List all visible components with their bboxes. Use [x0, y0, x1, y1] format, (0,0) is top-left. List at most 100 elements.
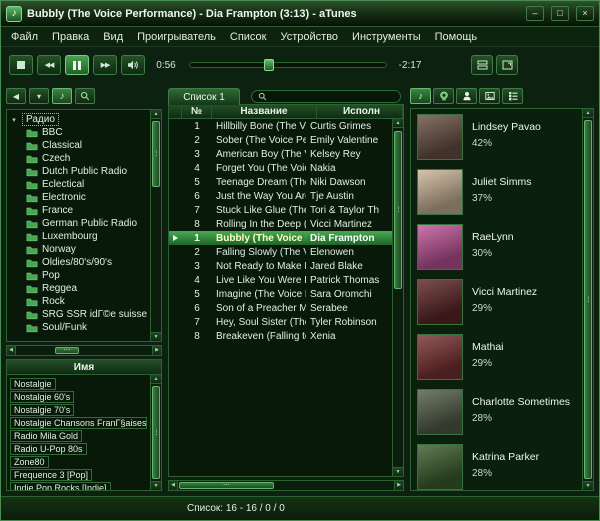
playlist-row[interactable]: 4 Forget You (The Voice Pe... Nakia [169, 161, 392, 175]
tab-artist[interactable] [456, 88, 477, 104]
tree-item-station[interactable]: Czech [10, 152, 148, 165]
tree-item-station[interactable]: BBC [10, 126, 148, 139]
menu-item[interactable]: Проигрыватель [130, 29, 223, 45]
playlist-row[interactable]: 5 Imagine (The Voice Perfo... Sara Oromc… [169, 287, 392, 301]
previous-button[interactable]: ◀◀ [37, 55, 61, 75]
playlist-row[interactable]: 1 Hillbilly Bone (The Voice ... Curtis G… [169, 119, 392, 133]
minimize-button[interactable]: – [526, 6, 544, 21]
fullscreen-button[interactable] [496, 55, 518, 75]
scrollbar-thumb[interactable] [584, 120, 592, 479]
tree-horizontal-scrollbar[interactable]: ◀ ▶ [6, 345, 162, 356]
radio-station-item[interactable]: Indie Pop Rocks [Indie] [10, 482, 111, 490]
scroll-up-arrow[interactable]: ▲ [151, 110, 161, 119]
scroll-down-arrow[interactable]: ▼ [393, 467, 403, 476]
tree-item-station[interactable]: Pop [10, 269, 148, 282]
menu-item[interactable]: Устройство [273, 29, 345, 45]
scrollbar-thumb[interactable] [394, 131, 402, 289]
scroll-up-arrow[interactable]: ▲ [393, 119, 403, 128]
playlist-row[interactable]: 7 Hey, Soul Sister (The Voic... Tyler Ro… [169, 315, 392, 329]
title-bar[interactable]: ♪ Bubbly (The Voice Performance) - Dia F… [1, 1, 599, 27]
playlist-row[interactable]: 8 Rolling In the Deep (The ... Vicci Mar… [169, 217, 392, 231]
tree-item-station[interactable]: Oldies/80's/90's [10, 256, 148, 269]
scroll-left-arrow[interactable]: ◀ [7, 346, 16, 355]
tab-similar-artists[interactable] [502, 88, 523, 104]
tab-photos[interactable] [479, 88, 500, 104]
close-button[interactable]: × [576, 6, 594, 21]
expander-icon[interactable]: ▾ [10, 116, 18, 124]
nav-dropdown-button[interactable]: ▾ [29, 88, 49, 104]
tree-item-station[interactable]: SRG SSR idГ©e suisse [10, 308, 148, 321]
scrollbar-thumb[interactable] [152, 386, 160, 479]
artist-row[interactable]: Mathai 29% [417, 334, 577, 389]
tree-item-station[interactable]: Norway [10, 243, 148, 256]
playlist-row[interactable]: 4 Live Like You Were Dying ... Patrick T… [169, 273, 392, 287]
seek-thumb[interactable] [264, 59, 275, 71]
scroll-down-arrow[interactable]: ▼ [151, 332, 161, 341]
playlist-vertical-scrollbar[interactable]: ▲ ▼ [392, 119, 403, 476]
nav-back-button[interactable]: ◀ [6, 88, 26, 104]
radio-station-item[interactable]: Nostalgie 60's [10, 391, 75, 403]
tab-video[interactable] [433, 88, 454, 104]
tree-vertical-scrollbar[interactable]: ▲ ▼ [150, 110, 161, 341]
scroll-down-arrow[interactable]: ▼ [151, 481, 161, 490]
seek-track[interactable] [189, 62, 387, 68]
artist-row[interactable]: Vicci Martinez 29% [417, 279, 577, 334]
tree-item-station[interactable]: Electronic [10, 191, 148, 204]
playlist-horizontal-scrollbar[interactable]: ◀ ▶ [168, 480, 404, 491]
artist-row[interactable]: Lindsey Pavao 42% [417, 114, 577, 169]
tree-item-station[interactable]: Reggea [10, 282, 148, 295]
radio-station-item[interactable]: Frequence 3 [Pop] [10, 469, 93, 481]
menu-item[interactable]: Инструменты [345, 29, 428, 45]
playlist-row[interactable]: 1 Bubbly (The Voice Perfo... Dia Frampto… [169, 231, 392, 245]
column-header-artist[interactable]: Исполн [317, 105, 403, 118]
artist-row[interactable]: Juliet Simms 37% [417, 169, 577, 224]
stop-button[interactable] [9, 55, 33, 75]
maximize-button[interactable]: □ [551, 6, 569, 21]
scroll-right-arrow[interactable]: ▶ [152, 346, 161, 355]
scrollbar-thumb[interactable] [55, 347, 79, 354]
menu-item[interactable]: Файл [4, 29, 45, 45]
playlist-search-box[interactable] [251, 89, 401, 103]
scroll-up-arrow[interactable]: ▲ [151, 375, 161, 384]
playlist-row[interactable]: 7 Stuck Like Glue (The Voic... Tori & Ta… [169, 203, 392, 217]
menu-item[interactable]: Помощь [428, 29, 485, 45]
scroll-down-arrow[interactable]: ▼ [583, 481, 593, 490]
column-header-playing[interactable] [169, 105, 182, 118]
artist-row[interactable]: Katrina Parker 28% [417, 444, 577, 490]
scrollbar-thumb[interactable] [179, 482, 274, 489]
playlist-row[interactable]: 3 American Boy (The Voice ... Kelsey Rey [169, 147, 392, 161]
artist-row[interactable]: Charlotte Sometimes 28% [417, 389, 577, 444]
seek-slider[interactable] [189, 55, 387, 75]
scroll-right-arrow[interactable]: ▶ [394, 481, 403, 490]
tab-audio[interactable]: ♪ [410, 88, 431, 104]
playlist-row[interactable]: 6 Son of a Preacher Man (T... Serabee [169, 301, 392, 315]
playlist-row[interactable]: 3 Not Ready to Make Nice (... Jared Blak… [169, 259, 392, 273]
menu-item[interactable]: Список [223, 29, 274, 45]
swap-panels-button[interactable] [471, 55, 493, 75]
tree-item-station[interactable]: Rock [10, 295, 148, 308]
scroll-left-arrow[interactable]: ◀ [169, 481, 178, 490]
radio-station-item[interactable]: Nostalgie Chansons FranГ§aises [10, 417, 147, 429]
playlist-row[interactable]: 5 Teenage Dream (The Voic... Niki Dawson [169, 175, 392, 189]
tree-item-station[interactable]: Eclectical [10, 178, 148, 191]
tree-item-station[interactable]: Classical [10, 139, 148, 152]
artists-scrollbar[interactable]: ▲ ▼ [582, 109, 593, 490]
radio-list-scrollbar[interactable]: ▲ ▼ [150, 375, 161, 490]
playlist-row[interactable]: 2 Falling Slowly (The Voice ... Elenowen [169, 245, 392, 259]
next-button[interactable]: ▶▶ [93, 55, 117, 75]
radio-station-item[interactable]: Zone80 [10, 456, 49, 468]
tree-root-radio[interactable]: ▾ Радио [10, 113, 148, 126]
playlist-tab[interactable]: Список 1 [168, 88, 240, 105]
scroll-up-arrow[interactable]: ▲ [583, 109, 593, 118]
search-tree-button[interactable] [75, 88, 95, 104]
scrollbar-thumb[interactable] [152, 121, 160, 187]
tree-item-station[interactable]: France [10, 204, 148, 217]
radio-station-item[interactable]: Radio U-Pop 80s [10, 443, 87, 455]
menu-item[interactable]: Вид [96, 29, 130, 45]
volume-button[interactable] [121, 55, 145, 75]
music-view-button[interactable]: ♪ [52, 88, 72, 104]
playlist-row[interactable]: 2 Sober (The Voice Perform... Emily Vale… [169, 133, 392, 147]
radio-station-item[interactable]: Radio Mila Gold [10, 430, 83, 442]
radio-name-column-header[interactable]: Имя [6, 359, 162, 375]
tree-item-station[interactable]: Luxembourg [10, 230, 148, 243]
